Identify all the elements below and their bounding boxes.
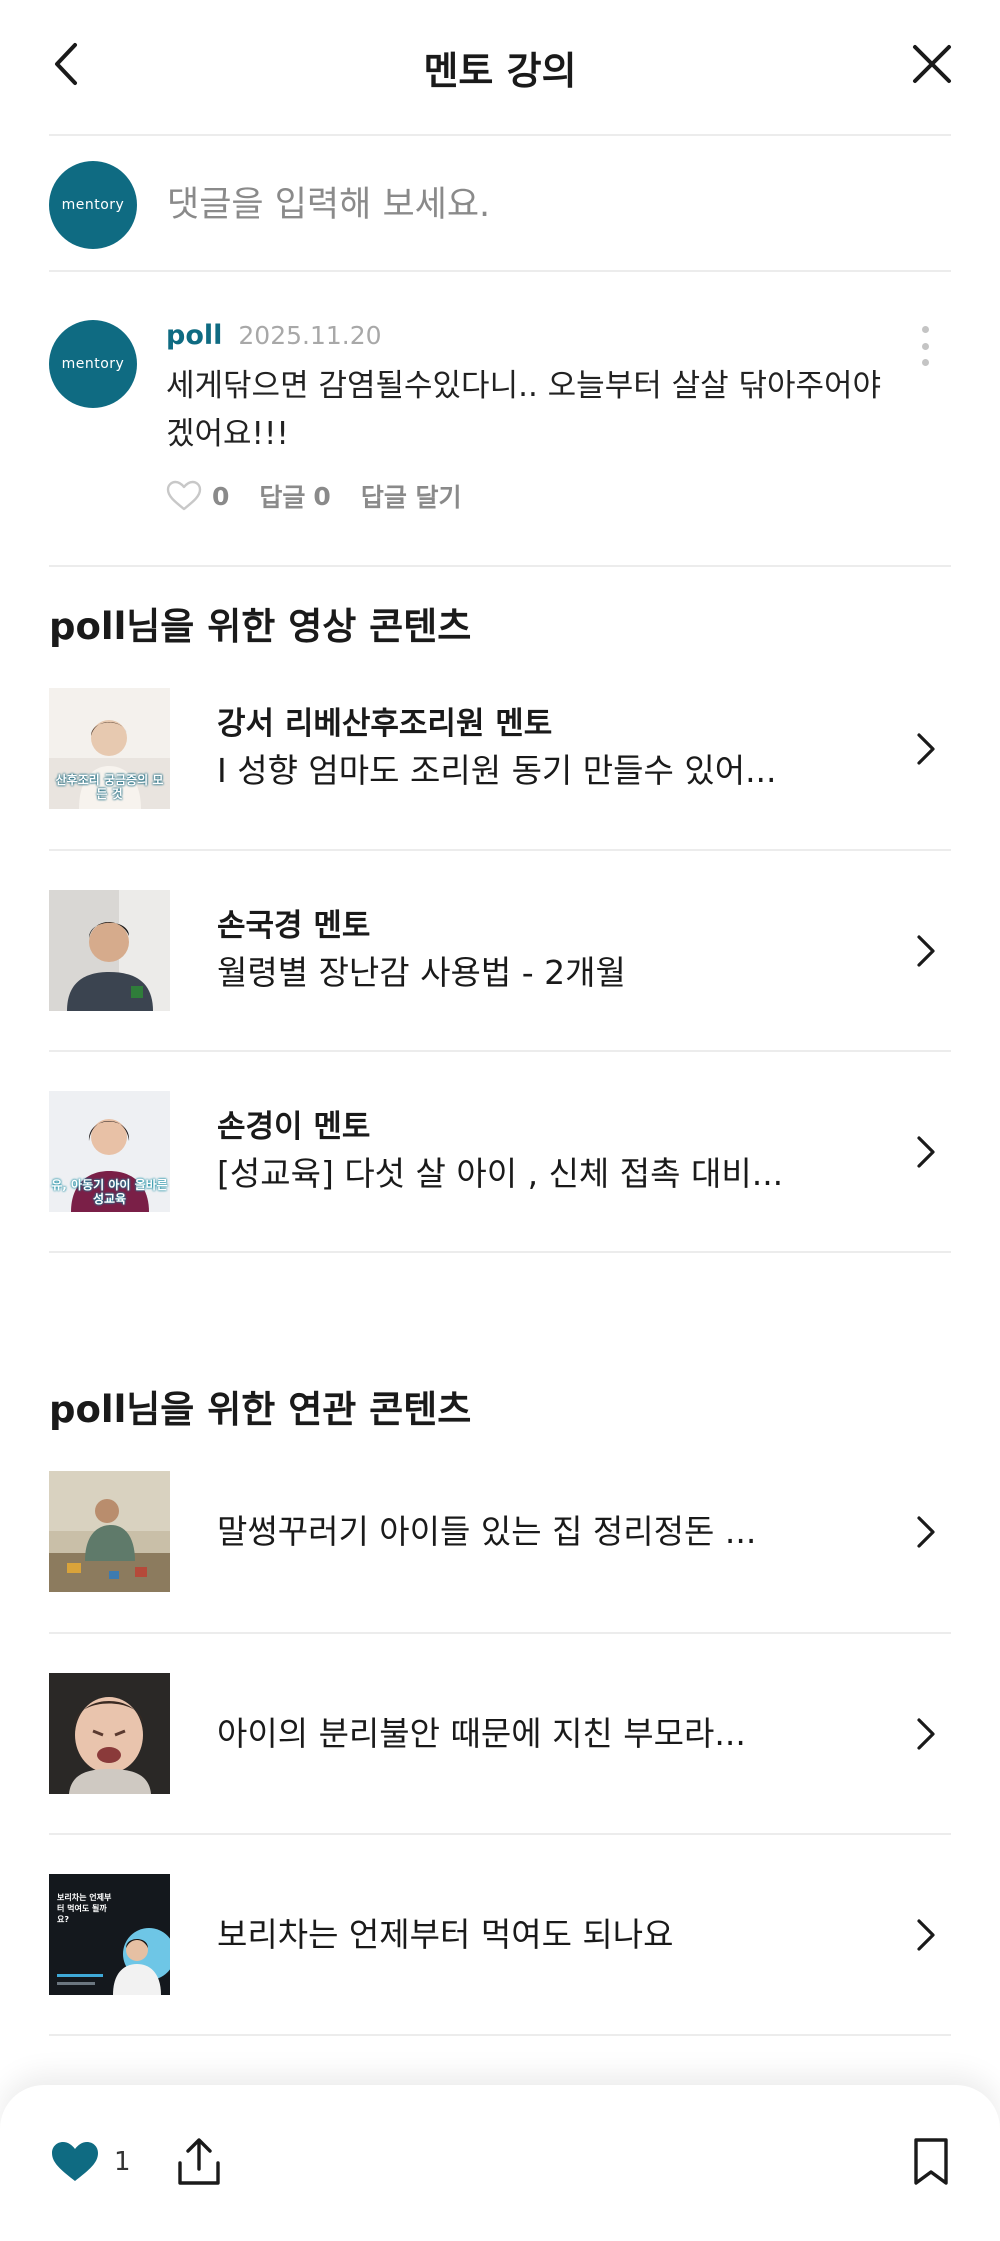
video-thumbnail xyxy=(49,890,170,1011)
related-title: 말썽꾸러기 아이들 있는 집 정리정돈 ... xyxy=(217,1511,757,1551)
related-item-text: 아이의 분리불안 때문에 지친 부모라... xyxy=(217,1709,877,1759)
related-item[interactable]: 아이의 분리불안 때문에 지친 부모라... xyxy=(49,1633,951,1834)
thumbnail-caption: 산후조리 궁금증의 모든 것 xyxy=(55,773,164,801)
related-thumbnail xyxy=(49,1673,170,1794)
thumbnail-caption: 유, 아동기 아이 올바른 성교육 xyxy=(51,1178,168,1206)
comment-meta: poll 2025.11.20 xyxy=(166,320,382,351)
avatar: mentory xyxy=(49,161,137,249)
related-item[interactable]: 보리차는 언제부터 먹여도 될까요? 보리차는 언제부터 먹여도 되나요 xyxy=(49,1834,951,2035)
header: 멘토 강의 xyxy=(0,0,1000,134)
comment-text: 세게닦으면 감염될수있다니.. 오늘부터 살살 닦아주어야겠어요!!! xyxy=(166,368,882,452)
heart-filled-icon xyxy=(52,2142,98,2181)
comment-input-row: mentory xyxy=(49,160,951,250)
avatar-logo: mentory xyxy=(61,197,125,213)
video-mentor: 손국경 멘토 xyxy=(217,907,371,944)
list-divider xyxy=(49,1251,951,1253)
share-icon xyxy=(178,2138,220,2185)
more-dot-icon xyxy=(921,359,929,366)
video-title: [성교육] 다섯 살 아이 , 신체 접촉 대비... xyxy=(217,1153,784,1193)
chevron-right-icon xyxy=(917,732,935,765)
chevron-right-icon xyxy=(917,1717,935,1750)
more-dot-icon xyxy=(921,326,929,333)
close-icon xyxy=(913,45,951,83)
comment-like-count: 0 xyxy=(212,481,230,511)
share-button[interactable] xyxy=(176,2137,222,2187)
more-options-button[interactable] xyxy=(915,326,935,366)
comment-username[interactable]: poll xyxy=(166,320,222,351)
close-button[interactable] xyxy=(904,36,960,92)
like-button[interactable]: 1 xyxy=(50,2140,131,2184)
video-thumbnail: 유, 아동기 아이 올바른 성교육 xyxy=(49,1091,170,1212)
page-title: 멘토 강의 xyxy=(423,49,577,93)
list-divider xyxy=(49,2034,951,2036)
chevron-right-icon xyxy=(917,1918,935,1951)
thumbnail-caption: 보리차는 언제부터 먹여도 될까요? xyxy=(57,1893,112,1924)
related-item[interactable]: 말썽꾸러기 아이들 있는 집 정리정돈 ... xyxy=(49,1431,951,1632)
reply-count: 0 xyxy=(313,481,331,511)
video-mentor: 손경이 멘토 xyxy=(217,1108,371,1145)
like-count: 1 xyxy=(114,2147,131,2177)
comment-divider xyxy=(49,565,951,567)
related-title: 보리차는 언제부터 먹여도 되나요 xyxy=(217,1914,674,1954)
header-divider xyxy=(49,134,951,136)
chevron-right-icon xyxy=(917,1515,935,1548)
video-item[interactable]: 유, 아동기 아이 올바른 성교육 손경이 멘토 [성교육] 다섯 살 아이 ,… xyxy=(49,1051,951,1252)
related-thumbnail: 보리차는 언제부터 먹여도 될까요? xyxy=(49,1874,170,1995)
comment-input-divider xyxy=(49,270,951,272)
chevron-right-icon xyxy=(917,934,935,967)
related-item-text: 보리차는 언제부터 먹여도 되나요 xyxy=(217,1910,877,1960)
bottom-action-bar: 1 xyxy=(0,2085,1000,2241)
comment-input[interactable] xyxy=(167,185,927,225)
related-section-title: poll님을 위한 연관 콘텐츠 xyxy=(49,1388,472,1431)
video-section-title: poll님을 위한 영상 콘텐츠 xyxy=(49,605,472,648)
avatar-logo: mentory xyxy=(61,356,125,372)
bookmark-icon xyxy=(914,2138,948,2185)
video-mentor: 강서 리베산후조리원 멘토 xyxy=(217,705,553,742)
video-item-text: 손국경 멘토 월령별 장난감 사용법 - 2개월 xyxy=(217,904,877,998)
chevron-right-icon xyxy=(917,1135,935,1168)
comment-date: 2025.11.20 xyxy=(238,321,382,350)
heart-outline-icon[interactable] xyxy=(166,480,202,512)
video-item[interactable]: 손국경 멘토 월령별 장난감 사용법 - 2개월 xyxy=(49,850,951,1051)
bookmark-button[interactable] xyxy=(912,2137,950,2187)
video-item[interactable]: 산후조리 궁금증의 모든 것 강서 리베산후조리원 멘토 I 성향 엄마도 조리… xyxy=(49,648,951,849)
video-item-text: 강서 리베산후조리원 멘토 I 성향 엄마도 조리원 동기 만들수 있어... xyxy=(217,702,877,796)
video-item-text: 손경이 멘토 [성교육] 다섯 살 아이 , 신체 접촉 대비... xyxy=(217,1105,877,1199)
video-title: I 성향 엄마도 조리원 동기 만들수 있어... xyxy=(217,750,777,790)
video-thumbnail: 산후조리 궁금증의 모든 것 xyxy=(49,688,170,809)
related-thumbnail xyxy=(49,1471,170,1592)
write-reply-button[interactable]: 답글 달기 xyxy=(361,478,462,514)
comment-actions: 0 답글 0 답글 달기 xyxy=(166,478,462,514)
reply-label[interactable]: 답글 xyxy=(259,478,305,514)
more-dot-icon xyxy=(921,342,929,350)
related-item-text: 말썽꾸러기 아이들 있는 집 정리정돈 ... xyxy=(217,1507,877,1557)
video-title: 월령별 장난감 사용법 - 2개월 xyxy=(217,952,626,992)
comment-avatar: mentory xyxy=(49,320,137,408)
related-title: 아이의 분리불안 때문에 지친 부모라... xyxy=(217,1713,746,1753)
